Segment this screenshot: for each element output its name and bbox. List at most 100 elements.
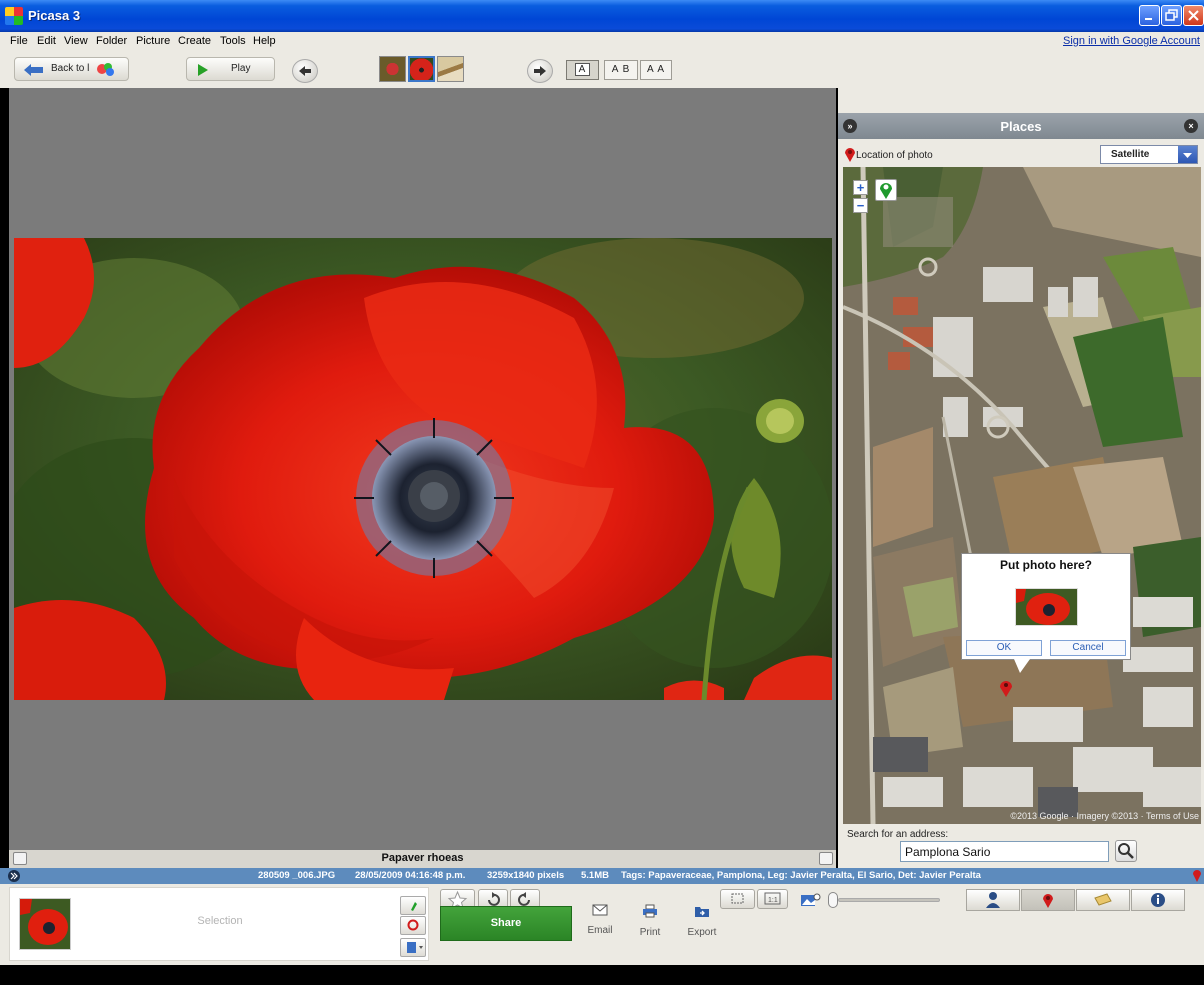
- export-folder-icon: [695, 907, 709, 917]
- single-view-button[interactable]: A: [566, 60, 599, 80]
- location-of-photo-label: Location of photo: [856, 150, 933, 161]
- places-panel-header: » Places ×: [838, 113, 1204, 139]
- picasa-logo-icon: [97, 63, 114, 76]
- close-icon: [1188, 10, 1199, 21]
- popup-cancel-button[interactable]: Cancel: [1050, 640, 1126, 656]
- places-panel: » Places × Location of photo Satellite +…: [838, 88, 1204, 868]
- menu-create[interactable]: Create: [178, 35, 211, 47]
- export-action[interactable]: Export: [682, 904, 722, 938]
- next-photo-button[interactable]: [527, 59, 553, 83]
- window-title: Picasa 3: [28, 8, 81, 23]
- fit-view-button[interactable]: [720, 889, 755, 909]
- zoom-slider-track[interactable]: [838, 898, 940, 902]
- compare-view-button[interactable]: A B: [604, 60, 638, 80]
- zoom-slider-handle[interactable]: [828, 892, 838, 908]
- green-pin-icon: [880, 183, 892, 199]
- people-tab[interactable]: [966, 889, 1020, 911]
- play-slideshow-button[interactable]: Play: [186, 57, 275, 81]
- toolbar: Back to l Play A A B A A: [0, 50, 1204, 88]
- popup-pointer: [1014, 659, 1030, 673]
- zoom-out-button[interactable]: −: [853, 198, 868, 213]
- info-filesize: 5.1MB: [581, 870, 609, 881]
- fit-screen-icon: [731, 893, 744, 904]
- menu-folder[interactable]: Folder: [96, 35, 127, 47]
- search-address-label: Search for an address:: [847, 829, 949, 840]
- places-title: Places: [1000, 119, 1042, 134]
- address-search-input[interactable]: [900, 841, 1109, 862]
- properties-tab[interactable]: [1131, 889, 1185, 911]
- map-pin-icon: [1043, 894, 1053, 908]
- share-button[interactable]: Share: [440, 906, 572, 941]
- info-dimensions: 3259x1840 pixels: [487, 870, 565, 881]
- zoom-photo-icon: [801, 893, 821, 906]
- tags-tab[interactable]: [1076, 889, 1130, 911]
- minimize-icon: [1145, 18, 1152, 20]
- mirror-view-label: A A: [646, 64, 665, 75]
- places-tab[interactable]: [1021, 889, 1075, 911]
- previous-photo-button[interactable]: [292, 59, 318, 83]
- restore-button[interactable]: [1161, 5, 1182, 26]
- back-to-library-button[interactable]: Back to l: [14, 57, 129, 81]
- menu-picture[interactable]: Picture: [136, 35, 170, 47]
- print-action[interactable]: Print: [630, 904, 670, 938]
- caption-bar: Papaver rhoeas: [9, 850, 836, 868]
- export-label: Export: [687, 927, 717, 938]
- menu-help[interactable]: Help: [253, 35, 276, 47]
- filmstrip-thumb-2-selected[interactable]: [408, 56, 435, 82]
- print-icon: [643, 904, 657, 918]
- selection-label: Selection: [197, 915, 243, 927]
- sign-in-link[interactable]: Sign in with Google Account: [1063, 35, 1200, 47]
- add-to-album-button[interactable]: [400, 938, 426, 957]
- menu-file[interactable]: File: [10, 35, 28, 47]
- search-icon: [1118, 843, 1134, 859]
- menu-view[interactable]: View: [64, 35, 88, 47]
- clear-selection-button[interactable]: [400, 916, 426, 935]
- single-view-label: A: [574, 63, 591, 76]
- map-type-value: Satellite: [1111, 149, 1150, 160]
- popup-ok-button[interactable]: OK: [966, 640, 1042, 656]
- album-icon: [407, 942, 423, 953]
- poppy-image: [14, 238, 832, 700]
- restore-icon: [1165, 9, 1178, 21]
- info-datetime: 28/05/2009 04:16:48 p.m.: [355, 870, 466, 881]
- filmstrip-thumb-3[interactable]: [437, 56, 464, 82]
- poppy-photo[interactable]: [14, 238, 832, 700]
- menu-edit[interactable]: Edit: [37, 35, 56, 47]
- email-icon: [592, 904, 608, 916]
- email-action[interactable]: Email: [580, 904, 620, 936]
- minimize-button[interactable]: [1139, 5, 1160, 26]
- svg-text:1:1: 1:1: [768, 897, 778, 904]
- picasa-app-icon: [5, 7, 23, 25]
- mirror-view-button[interactable]: A A: [640, 60, 672, 80]
- tag-icon: [1094, 893, 1112, 906]
- title-bar: Picasa 3: [0, 0, 1204, 32]
- left-arrow-icon: [299, 66, 311, 76]
- filmstrip-thumb-1[interactable]: [379, 56, 406, 82]
- map-type-select[interactable]: Satellite: [1100, 145, 1198, 164]
- expand-info-icon[interactable]: [8, 870, 20, 882]
- map-attribution[interactable]: ©2013 Google · Imagery ©2013 · Terms of …: [1010, 811, 1199, 821]
- compare-view-label: A B: [611, 64, 631, 75]
- satellite-map[interactable]: + − Put photo here? OK Cancel ©2013 Goog…: [843, 167, 1201, 824]
- print-label: Print: [639, 927, 661, 938]
- email-label: Email: [587, 925, 613, 936]
- hold-selection-button[interactable]: [400, 896, 426, 915]
- search-button[interactable]: [1115, 840, 1137, 862]
- trash-icon[interactable]: [819, 852, 833, 865]
- close-panel-icon[interactable]: ×: [1184, 119, 1198, 133]
- zoom-in-button[interactable]: +: [853, 180, 868, 195]
- geotag-pin-icon: [1193, 870, 1201, 882]
- satellite-imagery: [843, 167, 1201, 824]
- close-window-button[interactable]: [1183, 5, 1204, 26]
- put-photo-here-popup: Put photo here? OK Cancel: [961, 553, 1131, 673]
- dropdown-arrow-icon: [1178, 146, 1197, 163]
- menu-tools[interactable]: Tools: [220, 35, 246, 47]
- menu-bar: File Edit View Folder Picture Create Too…: [0, 32, 1204, 50]
- right-arrow-icon: [534, 66, 546, 76]
- photo-viewer: [9, 88, 836, 850]
- person-icon: [986, 892, 1000, 908]
- actual-size-button[interactable]: 1:1: [757, 889, 788, 909]
- back-arrow-icon: [24, 64, 43, 76]
- place-pin-button[interactable]: [875, 179, 897, 201]
- photo-caption[interactable]: Papaver rhoeas: [9, 852, 836, 864]
